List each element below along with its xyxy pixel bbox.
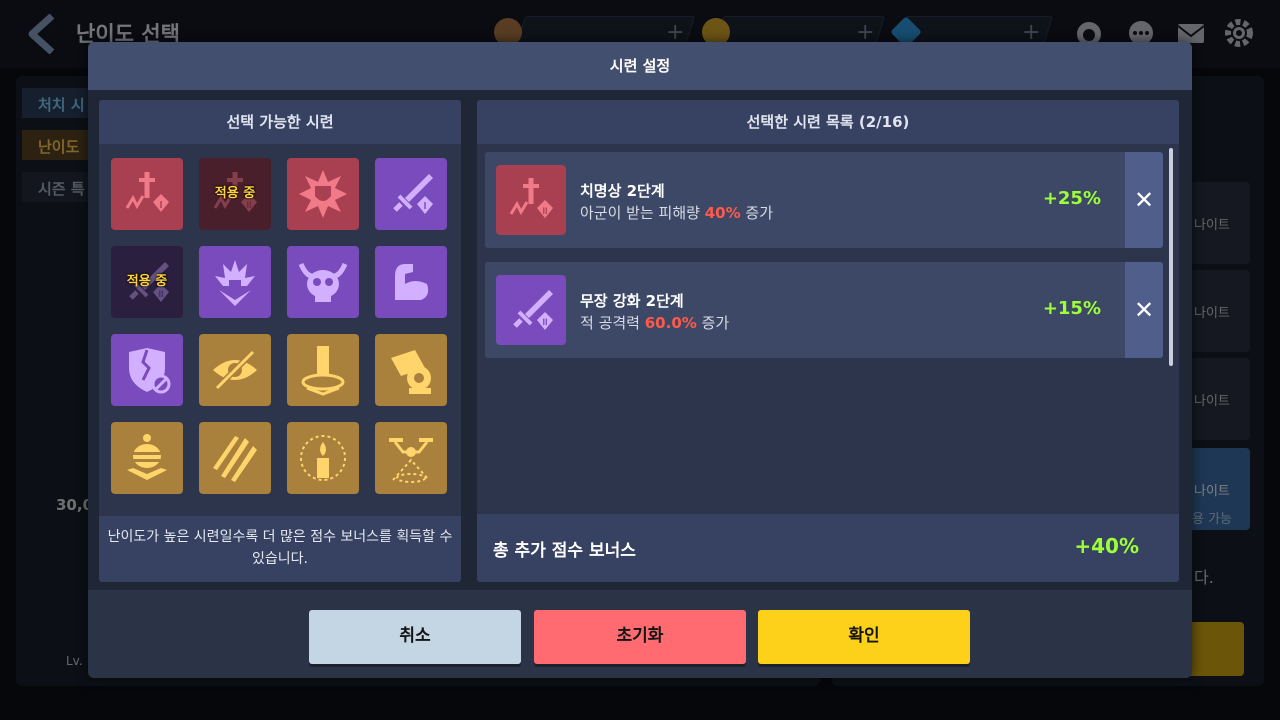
- confirm-button[interactable]: 확인: [758, 610, 970, 664]
- selected-list-scrollbar[interactable]: [1169, 148, 1173, 366]
- desc-value: 40%: [704, 204, 741, 222]
- trial-slot[interactable]: [287, 246, 359, 318]
- desc-suffix: 증가: [696, 314, 730, 332]
- pillar-drop-icon: [301, 346, 345, 396]
- spike-burst-icon: [215, 260, 255, 306]
- candle-icon: [300, 435, 346, 481]
- reset-button[interactable]: 초기화: [534, 610, 746, 664]
- svg-text:I: I: [160, 200, 163, 211]
- desc-suffix: 증가: [740, 204, 773, 222]
- active-label: 적용 중: [126, 274, 168, 289]
- hidden-eye-icon: [213, 349, 257, 391]
- active-label: 적용 중: [214, 186, 256, 201]
- svg-text:I: I: [424, 201, 427, 212]
- selected-trial-row: II 치명상 2단계아군이 받는 피해량 40% 증가 +25% ✕: [485, 152, 1163, 248]
- trial-settings-modal: 시련 설정 선택 가능한 시련 I II 적용 중 I II 적용 중 난이도가 높은 시…: [88, 42, 1192, 678]
- selected-trial-bonus: +25%: [1042, 188, 1101, 209]
- trial-slot[interactable]: I: [111, 158, 183, 230]
- sword-upgrade-icon: I: [393, 174, 433, 214]
- desc-prefix: 아군이 받는 피해량: [580, 204, 705, 222]
- explosion-shield-icon: [299, 170, 347, 218]
- total-bonus-bar: 총 추가 점수 보너스 +40%: [477, 514, 1179, 582]
- sword-upgrade-2-icon: II: [513, 290, 553, 330]
- available-trials-header: 선택 가능한 시련: [99, 100, 461, 144]
- modal-title: 시련 설정: [88, 42, 1192, 90]
- broken-shield-icon: [129, 348, 171, 394]
- trial-slot[interactable]: II 적용 중: [199, 158, 271, 230]
- trial-slot[interactable]: II 적용 중: [111, 246, 183, 318]
- trial-slot[interactable]: [199, 422, 271, 494]
- svg-text:II: II: [246, 200, 251, 210]
- selected-trial-desc: 적 공격력 60.0% 증가: [580, 312, 729, 333]
- selected-trial-row: II 무장 강화 2단계적 공격력 60.0% 증가 +15% ✕: [485, 262, 1163, 358]
- available-trials-hint: 난이도가 높은 시련일수록 더 많은 점수 보너스를 획득할 수 있습니다.: [99, 516, 461, 582]
- trial-slot[interactable]: [287, 334, 359, 406]
- available-trials-panel: 선택 가능한 시련 I II 적용 중 I II 적용 중 난이도가 높은 시련일수록 더…: [99, 100, 461, 582]
- selected-trials-header: 선택한 시련 목록 (2/16): [477, 100, 1179, 144]
- fatal-wound-2-icon: II: [509, 178, 553, 218]
- fatal-wound-icon: I: [125, 172, 169, 212]
- trial-slot[interactable]: [375, 246, 447, 318]
- cannon-icon: [391, 350, 431, 394]
- drone-icon: [389, 438, 433, 483]
- claw-slash-icon: [213, 436, 257, 482]
- horned-skull-icon: [298, 262, 348, 302]
- selected-trial-name: 치명상 2단계: [580, 182, 665, 200]
- flexed-arm-icon: [395, 264, 429, 300]
- selected-trial-name: 무장 강화 2단계: [580, 292, 684, 310]
- trial-slot[interactable]: [111, 334, 183, 406]
- cancel-button[interactable]: 취소: [309, 610, 521, 664]
- trial-slot[interactable]: [287, 158, 359, 230]
- selected-trial-desc: 아군이 받는 피해량 40% 증가: [580, 202, 773, 223]
- trial-slot[interactable]: [111, 422, 183, 494]
- trial-slot[interactable]: [199, 246, 271, 318]
- desc-value: 60.0%: [644, 314, 697, 332]
- selected-trials-panel: 선택한 시련 목록 (2/16) II 치명상 2단계아군이 받는 피해량 40%…: [477, 100, 1179, 582]
- total-bonus-label: 총 추가 점수 보너스: [493, 541, 636, 561]
- svg-text:II: II: [542, 317, 547, 327]
- trial-slot[interactable]: [375, 422, 447, 494]
- trial-slot[interactable]: I: [375, 158, 447, 230]
- trial-slot[interactable]: [287, 422, 359, 494]
- trial-slot[interactable]: [375, 334, 447, 406]
- trial-slot[interactable]: [199, 334, 271, 406]
- remove-trial-button[interactable]: ✕: [1125, 262, 1163, 358]
- bee-badge-icon: [127, 434, 167, 480]
- selected-trial-icon: II: [496, 275, 566, 345]
- selected-trial-icon: II: [496, 165, 566, 235]
- total-bonus-value: +40%: [1074, 534, 1139, 558]
- svg-text:II: II: [542, 206, 547, 216]
- remove-trial-button[interactable]: ✕: [1125, 152, 1163, 248]
- selected-trial-bonus: +15%: [1042, 298, 1101, 319]
- svg-text:II: II: [158, 289, 163, 299]
- desc-prefix: 적 공격력: [580, 314, 645, 332]
